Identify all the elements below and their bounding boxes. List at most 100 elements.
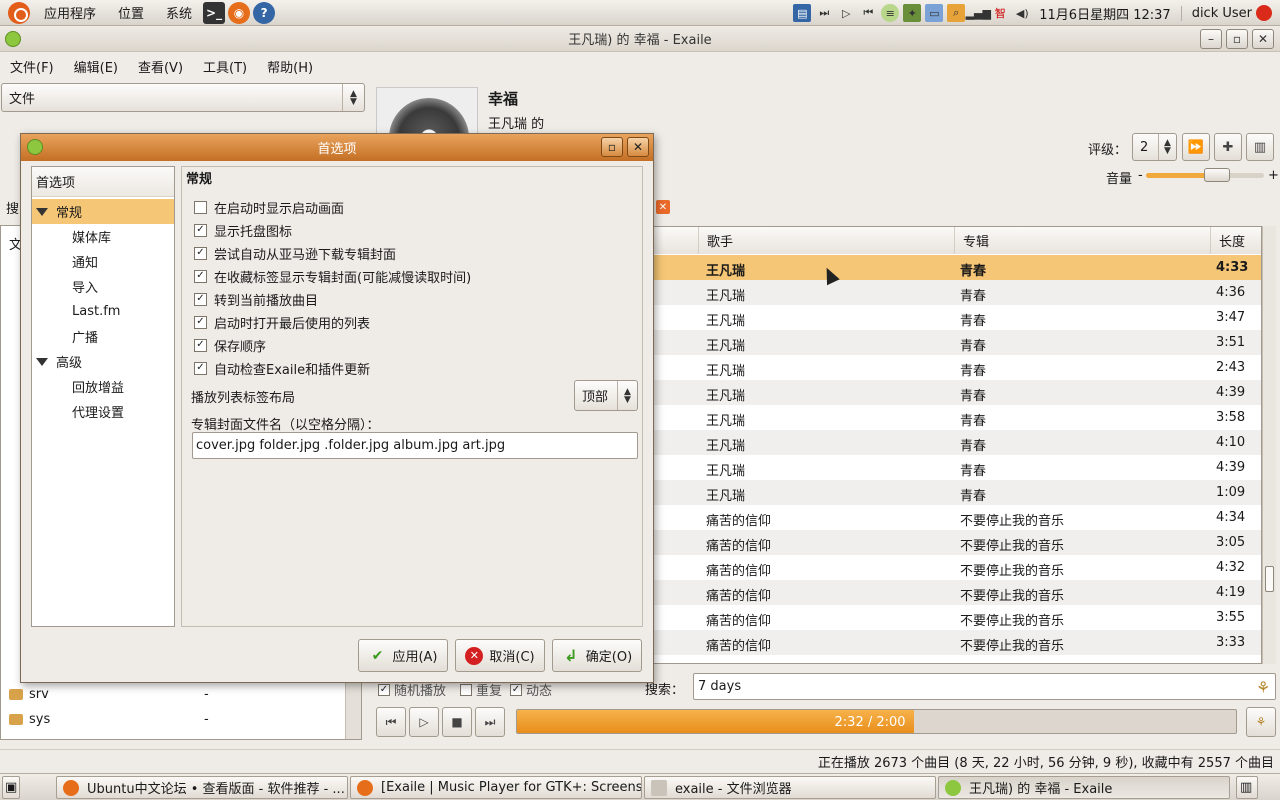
previous-track-icon[interactable]: ⏮: [859, 4, 877, 22]
option-checkbox[interactable]: 在启动时显示启动画面: [194, 197, 344, 217]
close-button[interactable]: ✕: [1252, 29, 1274, 49]
table-row[interactable]: 痛苦的信仰 不要停止我的音乐 3:33: [645, 630, 1261, 655]
help-icon[interactable]: ?: [253, 1, 276, 24]
panel-selector[interactable]: 文件 ▲ ▼: [1, 83, 365, 112]
nav-item[interactable]: 媒体库: [32, 224, 174, 249]
skip-forward-button[interactable]: ⏩: [1182, 133, 1210, 161]
album-cover[interactable]: [376, 87, 478, 135]
option-checkbox[interactable]: ✓ 保存顺序: [194, 335, 266, 355]
taskbar-item-exaile-site[interactable]: [Exaile | Music Player for GTK+: Screens…: [350, 776, 642, 799]
nav-item[interactable]: 高级: [32, 349, 174, 374]
update-icon[interactable]: ✦: [903, 4, 922, 22]
table-row[interactable]: 王凡瑞 青春 3:47: [645, 305, 1261, 330]
rating-spinner[interactable]: 2 ▲ ▼: [1132, 133, 1177, 161]
play-icon[interactable]: ▷: [837, 4, 855, 22]
user-menu[interactable]: dick User: [1180, 5, 1252, 21]
checkbox-icon[interactable]: ✓: [194, 269, 207, 283]
table-row[interactable]: 王凡瑞 青春 2:43: [645, 355, 1261, 380]
list-item[interactable]: srv -: [9, 682, 349, 706]
ok-button[interactable]: ↲ 确定(O): [552, 639, 642, 672]
nav-item[interactable]: 通知: [32, 249, 174, 274]
previous-button[interactable]: ⏮: [376, 707, 406, 737]
network-signal-icon[interactable]: ▂▄▆: [966, 4, 991, 22]
exaile-tray-icon[interactable]: ≡: [881, 4, 900, 22]
table-row[interactable]: 王凡瑞 青春 4:39: [645, 455, 1261, 480]
nav-item[interactable]: 广播: [32, 324, 174, 349]
option-checkbox[interactable]: ✓ 自动检查Exaile和插件更新: [194, 358, 370, 378]
menu-tools[interactable]: 工具(T): [193, 57, 257, 76]
checkbox-icon[interactable]: ✓: [194, 338, 207, 352]
volume-handle[interactable]: [1203, 168, 1230, 182]
stop-button[interactable]: ■: [442, 707, 472, 737]
table-row[interactable]: 王凡瑞 青春 1:09: [645, 480, 1261, 505]
taskbar-item-exaile[interactable]: 王凡瑞) 的 幸福 - Exaile: [938, 776, 1230, 799]
option-checkbox[interactable]: ✓ 显示托盘图标: [194, 220, 292, 240]
close-button[interactable]: ✕: [627, 137, 649, 157]
firefox-icon[interactable]: ◉: [228, 1, 251, 24]
maximize-button[interactable]: ▫: [601, 137, 623, 157]
playlist-table[interactable]: 歌手 专辑 长度 王凡瑞 青春 4:33 王凡瑞 青春 4:36 王凡瑞 青春 3:47 王凡瑞青…: [644, 226, 1262, 664]
add-button[interactable]: ✚: [1214, 133, 1242, 161]
table-row[interactable]: 王凡瑞 青春 4:36: [645, 280, 1261, 305]
playlist-search-input[interactable]: 7 days: [693, 673, 1276, 700]
table-row[interactable]: 王凡瑞 青春 4:39: [645, 380, 1261, 405]
clear-button[interactable]: ▥: [1246, 133, 1274, 161]
list-item[interactable]: sys -: [9, 707, 349, 731]
table-row[interactable]: 痛苦的信仰 不要停止我的音乐 3:05: [645, 530, 1261, 555]
checkbox-icon[interactable]: [194, 200, 207, 214]
column-header-length[interactable]: 长度: [1211, 227, 1261, 254]
power-icon[interactable]: [1256, 5, 1272, 21]
table-row[interactable]: 痛苦的信仰 不要停止我的音乐 4:19: [645, 580, 1261, 605]
screen-icon[interactable]: ▭: [925, 4, 944, 22]
clock[interactable]: 11月6日星期四 12:37: [1039, 4, 1170, 23]
tray-app-icon[interactable]: ▤: [793, 4, 812, 22]
places-menu[interactable]: 位置: [110, 3, 152, 22]
table-row[interactable]: 痛苦的信仰 不要停止我的音乐 3:55: [645, 605, 1261, 630]
checkbox-icon[interactable]: ✓: [194, 292, 207, 306]
table-row[interactable]: 痛苦的信仰 不要停止我的音乐 4:34: [645, 505, 1261, 530]
taskbar-item-forum[interactable]: Ubuntu中文论坛 • 查看版面 - 软件推荐 - ...: [56, 776, 348, 799]
play-button[interactable]: ▷: [409, 707, 439, 737]
input-method-icon[interactable]: 智: [991, 4, 1009, 22]
playlist-scrollbar[interactable]: [1262, 226, 1276, 664]
system-menu[interactable]: 系统: [158, 3, 200, 22]
menu-view[interactable]: 查看(V): [128, 57, 193, 76]
apply-button[interactable]: ✔ 应用(A): [358, 639, 448, 672]
playback-progress[interactable]: 2:32 / 2:00: [516, 709, 1237, 734]
option-checkbox[interactable]: ✓ 尝试自动从亚马逊下载专辑封面: [194, 243, 396, 263]
menu-file[interactable]: 文件(F): [0, 57, 64, 76]
cover-names-input[interactable]: cover.jpg folder.jpg .folder.jpg album.j…: [192, 432, 638, 459]
nav-item[interactable]: 常规: [32, 199, 174, 224]
exaile-window-icon[interactable]: [27, 139, 43, 155]
expander-triangle-icon[interactable]: [36, 207, 48, 216]
clear-search-icon[interactable]: ⚘: [1250, 674, 1276, 700]
column-header-artist[interactable]: 歌手: [699, 227, 955, 254]
menu-edit[interactable]: 编辑(E): [64, 57, 128, 76]
table-row[interactable]: 痛苦的信仰 不要停止我的音乐 4:32: [645, 555, 1261, 580]
menu-help[interactable]: 帮助(H): [257, 57, 323, 76]
preferences-nav-tree[interactable]: 首选项 常规 媒体库 通知 导入 Last.fm 广播 高级 回放增益 代理设置: [31, 166, 175, 627]
table-row[interactable]: 王凡瑞 青春 4:33: [645, 255, 1261, 280]
checkbox-icon[interactable]: ✓: [194, 223, 207, 237]
checkbox-icon[interactable]: ✓: [194, 315, 207, 329]
cancel-button[interactable]: ✕ 取消(C): [455, 639, 545, 672]
next-button[interactable]: ⏭: [475, 707, 505, 737]
option-checkbox[interactable]: ✓ 在收藏标签显示专辑封面(可能减慢读取时间): [194, 266, 471, 286]
playlist-scrollbar-thumb[interactable]: [1265, 566, 1274, 592]
nav-item[interactable]: 代理设置: [32, 399, 174, 424]
nav-item[interactable]: Last.fm: [32, 299, 174, 324]
tab-layout-select[interactable]: 顶部 ▲ ▼: [574, 380, 638, 411]
applications-menu[interactable]: 应用程序: [36, 3, 104, 22]
option-checkbox[interactable]: ✓ 启动时打开最后使用的列表: [194, 312, 370, 332]
column-header-album[interactable]: 专辑: [955, 227, 1211, 254]
volume-icon[interactable]: ◀): [1013, 4, 1031, 22]
checkbox-icon[interactable]: ✓: [194, 361, 207, 375]
nav-item[interactable]: 导入: [32, 274, 174, 299]
table-row[interactable]: 王凡瑞 青春 3:58: [645, 405, 1261, 430]
exaile-window-icon[interactable]: [5, 31, 21, 47]
nav-tree-header[interactable]: 首选项: [32, 167, 174, 197]
clear-playlist-button[interactable]: ⚘: [1246, 707, 1276, 737]
table-row[interactable]: 王凡瑞 青春 4:10: [645, 430, 1261, 455]
show-desktop-button[interactable]: ▣: [2, 776, 20, 799]
minimize-button[interactable]: –: [1200, 29, 1222, 49]
